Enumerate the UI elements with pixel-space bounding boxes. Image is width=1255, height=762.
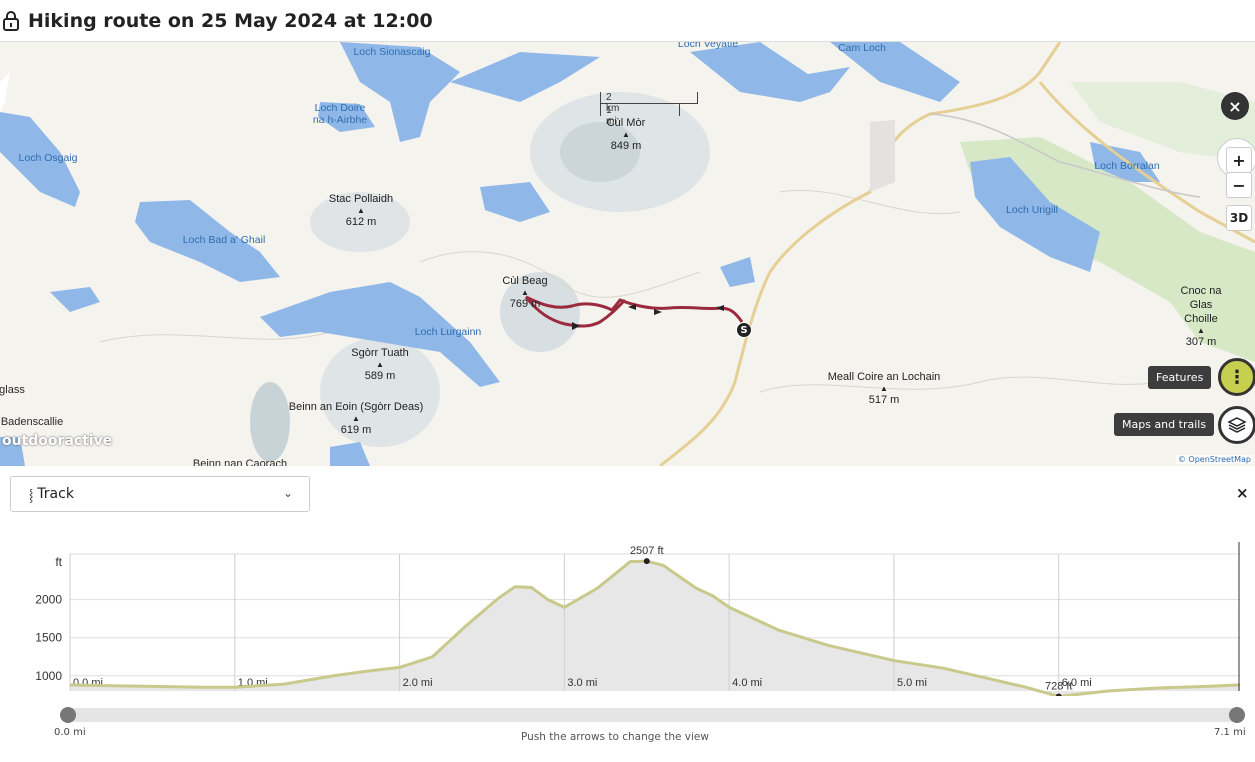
lock-icon [3,10,19,31]
range-handle-start[interactable] [60,707,76,723]
features-button[interactable]: ⋮ [1218,358,1255,396]
x-tick-label: 0.0 mi [73,677,103,689]
maps-trails-label: Maps and trails [1114,413,1215,436]
annotation-label: 728 ft [1045,680,1073,692]
annotation-point [643,558,650,565]
annotation-label: 2507 ft [630,545,664,557]
peak-label: Stac Pollaidh ▲ 612 m [328,193,394,228]
map-attribution[interactable]: © OpenStreetMap [1175,455,1253,464]
chevron-down-icon: ⌄ [282,486,293,500]
track-select-value: Track [37,486,74,502]
water-label: Loch Bad a' Ghail [182,234,266,246]
elevation-chart[interactable]: 100015002000ft0.0 mi 1.0 mi 2.0 mi 3.0 mi 4.… [0,526,1255,696]
x-tick-label: 5.0 mi [897,677,927,689]
y-tick-label: 1000 [35,669,62,683]
peak-label: Meall Coire an Lochain ▲ 517 m [827,371,941,406]
x-tick-label: 3.0 mi [567,677,597,689]
panel-close-button[interactable]: × [1236,484,1249,502]
place-label: Badenscallie [0,416,64,428]
water-label: Loch Lurgainn [414,326,482,338]
route-icon: ⸾ [29,487,34,502]
zoom-in-button[interactable]: + [1226,147,1252,173]
place-label: glass [0,384,25,396]
place-label: Beinn nan Caorach [192,458,288,466]
peak-label: Cùl Beag ▲ 769 m [502,275,548,310]
range-slider-track[interactable] [68,708,1237,722]
x-tick-label: 4.0 mi [732,677,762,689]
page-title: Hiking route on 25 May 2024 at 12:00 [28,9,433,32]
start-marker[interactable]: S [736,322,752,338]
slider-hint: Push the arrows to change the view [521,731,709,743]
y-axis-label: ft [55,555,62,569]
water-label: Loch Osgaig [18,152,78,164]
map-close-button[interactable]: × [1221,92,1249,120]
peak-label: Cnoc na Glas Choille ▲ 307 m [1180,285,1222,348]
water-label: Cam Loch [838,42,886,54]
layers-icon [1227,417,1247,433]
maps-trails-button[interactable] [1218,406,1255,444]
track-select[interactable]: ⸾ Track ⌄ [10,476,310,512]
water-label: Loch Sionascaig [353,46,431,58]
3d-toggle-button[interactable]: 3D [1226,205,1252,231]
water-label: Loch Doire na h-Airbhe [312,102,368,126]
peak-label: Beinn an Eoin (Sgòrr Deas) ▲ 619 m [288,401,424,436]
range-handle-end[interactable] [1229,707,1245,723]
water-label: Loch Borralan [1094,160,1160,172]
x-tick-label: 2.0 mi [403,677,433,689]
features-label: Features [1148,366,1212,389]
more-vertical-icon: ⋮ [1228,366,1246,388]
watermark-logo: outdooractive [2,433,113,449]
water-label: Loch Veyatie [677,42,739,50]
y-tick-label: 1500 [35,631,62,645]
y-tick-label: 2000 [35,593,62,607]
elevation-panel: ⸾ Track ⌄ × 1000 1500 2000 ft 0.0 mi 1.0 mi 2.… [0,466,1255,762]
route-header: Hiking route on 25 May 2024 at 12:00 [0,0,1255,42]
zoom-out-button[interactable]: − [1226,172,1252,198]
water-label: Loch Urigill [1006,204,1058,216]
peak-label: Sgòrr Tuath ▲ 589 m [351,347,409,382]
map-view[interactable]: S 2 km 1 mi Loch Sionascaig Loch Veyatie… [0,42,1255,466]
peak-label: Cùl Mòr ▲ 849 m [606,117,646,152]
